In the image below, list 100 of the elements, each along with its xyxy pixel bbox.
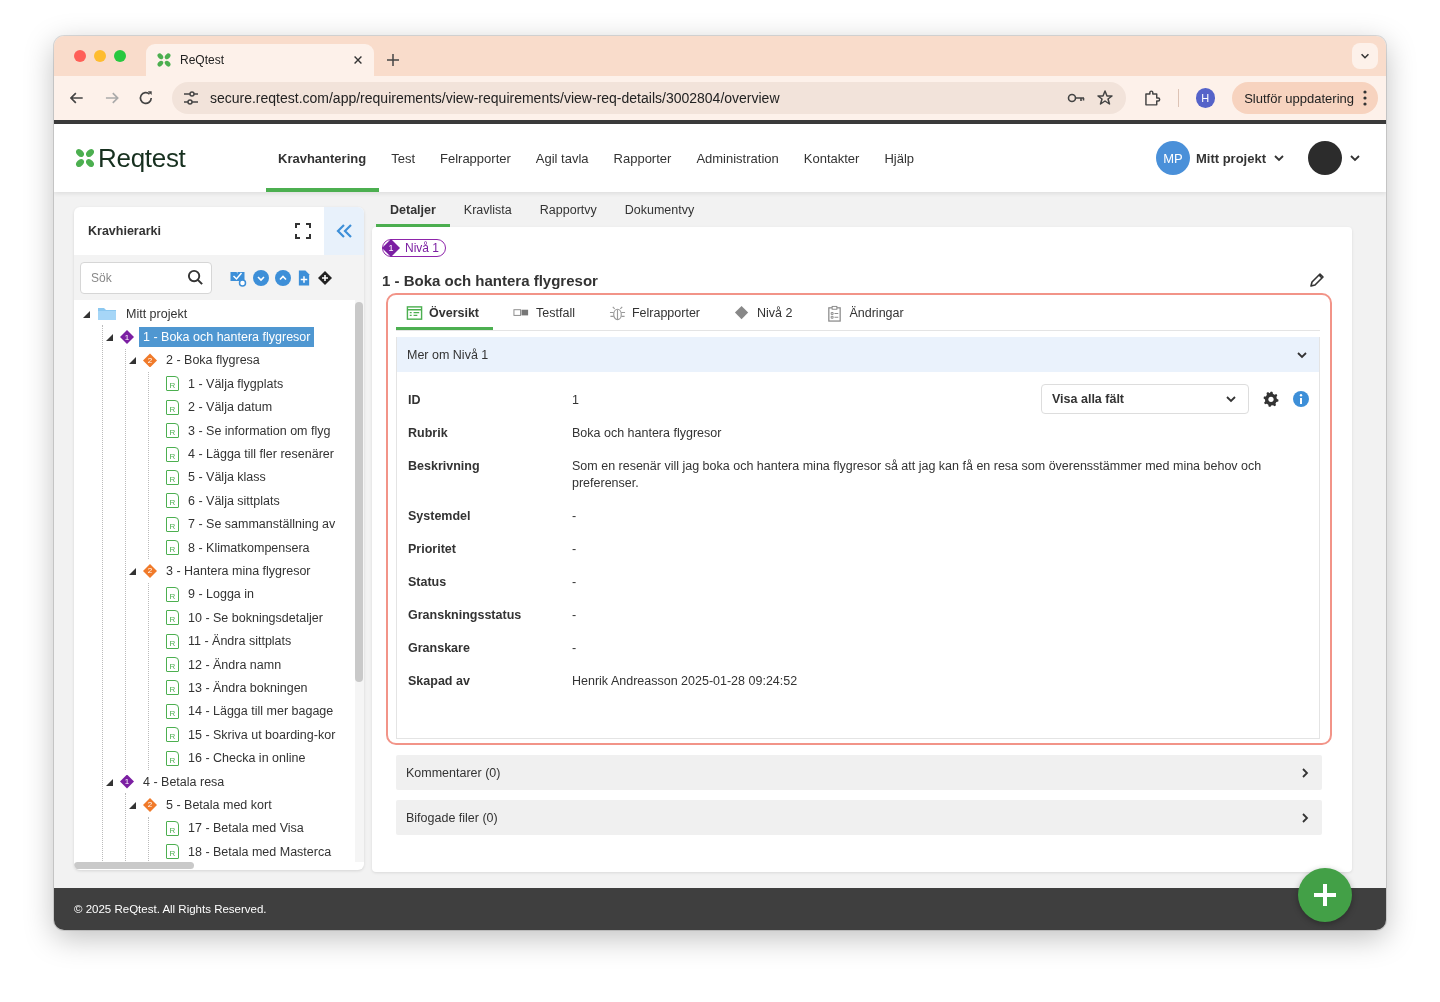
requirement-badge: R	[166, 657, 179, 673]
search-icon[interactable]	[187, 268, 204, 286]
field-value: -	[572, 541, 578, 558]
tree-item[interactable]: 4 - Lägga till fler resenärer	[184, 444, 338, 465]
tree-item[interactable]: 5 - Välja klass	[184, 467, 270, 488]
browser-tab[interactable]: ReQtest	[146, 44, 374, 76]
scrollbar-thumb[interactable]	[74, 862, 194, 869]
section-title: Kommentarer (0)	[406, 765, 501, 780]
tree-item[interactable]: 12 - Ändra namn	[184, 654, 286, 675]
level-badge: 2	[143, 564, 157, 578]
field-value: Boka och hantera flygresor	[572, 425, 723, 442]
user-avatar[interactable]	[1308, 141, 1342, 175]
field-label: Skapad av	[408, 673, 471, 690]
detail-tab[interactable]: Ändringar	[816, 299, 918, 330]
field-label: Rubrik	[408, 425, 449, 442]
nav-item[interactable]: Kravhantering	[265, 124, 379, 192]
requirement-badge: R	[166, 820, 179, 836]
plus-icon[interactable]	[386, 53, 400, 67]
tree-item[interactable]: 15 - Skriva ut boarding-kor	[184, 724, 340, 745]
overview-icon	[406, 304, 423, 322]
collapse-all-icon[interactable]	[275, 269, 291, 286]
tree-item[interactable]: 3 - Se information om flyg	[184, 420, 335, 441]
field-value: -	[572, 574, 578, 591]
collapse-panel-button[interactable]	[324, 207, 364, 255]
requirement-badge: R	[166, 399, 179, 415]
fullscreen-icon[interactable]	[294, 222, 312, 240]
edit-icon[interactable]	[1308, 271, 1326, 289]
diamond-plus-icon[interactable]	[317, 269, 333, 286]
tree-item[interactable]: 1 - Välja flygplats	[184, 373, 288, 394]
section-header[interactable]: Kommentarer (0)	[396, 755, 1322, 790]
requirement-badge: R	[166, 446, 179, 462]
requirement-badge: R	[166, 633, 179, 649]
project-avatar: MP	[1155, 141, 1190, 175]
requirement-badge: R	[166, 423, 179, 439]
tree-item[interactable]: 14 - Lägga till mer bagage	[184, 701, 338, 722]
nav-item[interactable]: Test	[378, 124, 428, 192]
folder-icon	[97, 305, 117, 323]
project-switcher[interactable]: MP Mitt projekt	[1155, 124, 1286, 192]
search-field[interactable]: Sök	[80, 261, 212, 294]
section-header[interactable]: Bifogade filer (0)	[396, 800, 1322, 835]
field-label: Beskrivning	[408, 458, 481, 475]
detail-tab[interactable]: Nivå 2	[724, 299, 807, 330]
field-value: -	[572, 607, 578, 624]
nav-item[interactable]: Agil tavla	[523, 124, 602, 192]
field-filter-dropdown[interactable]: Visa alla fält	[1041, 384, 1249, 414]
detail-tab[interactable]: Översikt	[396, 299, 494, 330]
update-button[interactable]: Slutför uppdatering	[1232, 82, 1378, 114]
tree-item[interactable]: 7 - Se sammanställning av	[184, 514, 340, 535]
nav-item[interactable]: Rapporter	[601, 124, 684, 192]
detail-tab[interactable]: Felrapporter	[598, 299, 715, 330]
settings-icon[interactable]	[1263, 391, 1279, 407]
tree-item[interactable]: 6 - Välja sittplats	[184, 490, 284, 511]
puzzle-icon[interactable]	[1142, 89, 1161, 107]
address-bar[interactable]: secure.reqtest.com/app/requirements/view-requirements/view-req-details/3002804/overview	[171, 82, 1126, 114]
requirement-badge: R	[166, 586, 179, 602]
expand-all-icon[interactable]	[253, 269, 269, 286]
tree-item[interactable]: 2 - Välja datum	[184, 397, 277, 418]
field-label: Systemdel	[408, 508, 472, 525]
requirement-badge: R	[166, 516, 179, 532]
nav-item[interactable]: Kontakter	[791, 124, 872, 192]
tree-item[interactable]: 5 - Betala med kort	[162, 794, 276, 815]
detail-tab[interactable]: Testfall	[503, 299, 589, 330]
scrollbar-thumb[interactable]	[355, 302, 363, 682]
field-value: 1	[572, 392, 580, 409]
tree-item[interactable]: Mitt projekt	[122, 303, 192, 324]
close-icon[interactable]	[352, 54, 364, 66]
kebab-icon	[1362, 90, 1368, 106]
nav-item[interactable]: Felrapporter	[427, 124, 524, 192]
field-label: Prioritet	[408, 541, 457, 558]
field-value: -	[572, 508, 578, 525]
tree-item[interactable]: 3 - Hantera mina flygresor	[162, 561, 315, 581]
requirement-badge: R	[166, 540, 179, 556]
logo-text[interactable]: Reqtest	[98, 142, 186, 174]
nav-item[interactable]: Administration	[683, 124, 792, 192]
tree-item[interactable]: 18 - Betala med Masterca	[184, 841, 336, 862]
panel-title: Kravhierarki	[88, 224, 162, 238]
info-icon[interactable]	[1293, 391, 1309, 407]
tree-item[interactable]: 9 - Logga in	[184, 584, 259, 605]
view-tab[interactable]: Kravlista	[449, 192, 526, 227]
favicon-icon	[156, 52, 172, 68]
nav-item[interactable]: Hjälp	[871, 124, 927, 192]
star-icon[interactable]	[1095, 89, 1114, 107]
tab-title: ReQtest	[180, 53, 225, 67]
site-settings-icon[interactable]	[181, 89, 200, 107]
add-document-icon[interactable]	[297, 268, 311, 287]
field-value: Henrik Andreasson 2025-01-28 09:24:52	[572, 673, 799, 690]
view-tab[interactable]: Dokumentvy	[610, 192, 709, 227]
profile-avatar[interactable]: H	[1195, 88, 1216, 108]
tree-item[interactable]: 17 - Betala med Visa	[184, 818, 308, 839]
tree-item[interactable]: 13 - Ändra bokningen	[184, 677, 312, 698]
requirement-badge: R	[166, 750, 179, 766]
view-tab[interactable]: Rapportvy	[525, 192, 611, 227]
tree-item[interactable]: 2 - Boka flygresa	[162, 350, 264, 371]
tree-item[interactable]: 16 - Checka in online	[184, 748, 310, 769]
tree-item[interactable]: 8 - Klimatkompensera	[184, 537, 314, 558]
tree-item[interactable]: 11 - Ändra sittplats	[184, 631, 296, 652]
section-header[interactable]: Mer om Nivå 1	[397, 337, 1319, 372]
tree-item[interactable]: 4 - Betala resa	[139, 771, 229, 792]
tree-item[interactable]: 10 - Se bokningsdetaljer	[184, 607, 327, 628]
reload-icon[interactable]	[137, 89, 155, 107]
